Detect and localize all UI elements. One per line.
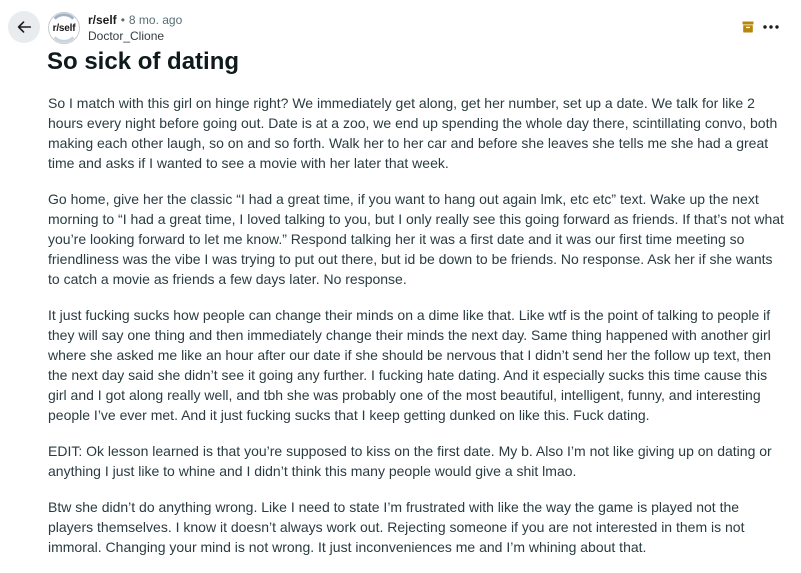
post-meta: r/self • 8 mo. ago Doctor_Clione (88, 12, 182, 44)
more-options-icon (763, 25, 779, 29)
subreddit-avatar[interactable]: r/self (48, 12, 80, 44)
back-button[interactable] (8, 11, 40, 43)
meta-separator: • (120, 13, 125, 27)
post-paragraph: It just fucking sucks how people can cha… (48, 307, 771, 423)
post-paragraph: EDIT: Ok lesson learned is that you’re s… (48, 443, 772, 479)
subreddit-link[interactable]: r/self (88, 12, 117, 28)
post-title: So sick of dating (47, 48, 240, 75)
archive-icon (742, 21, 754, 33)
arrow-left-icon (17, 21, 32, 33)
post-body: So I match with this girl on hinge right… (48, 93, 784, 573)
post-paragraph: Go home, give her the classic “I had a g… (48, 191, 784, 287)
more-options-button[interactable] (760, 17, 782, 37)
author-link[interactable]: Doctor_Clione (88, 28, 182, 44)
avatar-label: r/self (52, 22, 76, 34)
post-paragraph: So I match with this girl on hinge right… (48, 95, 778, 171)
post-age: 8 mo. ago (128, 13, 183, 27)
post-paragraph: Btw she didn’t do anything wrong. Like I… (48, 499, 745, 555)
